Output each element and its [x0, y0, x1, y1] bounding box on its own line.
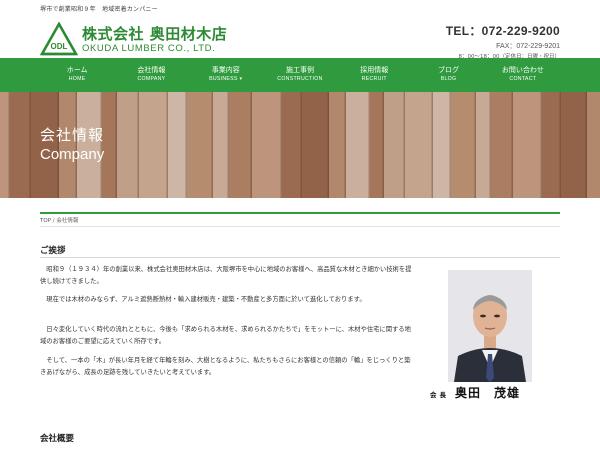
greeting-paragraph: 昭和９（１９３４）年の創業以来、株式会社奥田材木店は、大阪堺市を中心に地域のお客… [40, 266, 412, 285]
hero-title-en: Company [40, 146, 105, 163]
breadcrumb-current: 会社情報 [56, 218, 79, 224]
company-name-jp: 株式会社 奥田材木店 [82, 25, 228, 43]
nav-label-jp: 事業内容 [211, 66, 240, 74]
lumber-background-image [0, 92, 600, 198]
fax-number: FAX：072-229-9201 [496, 43, 560, 50]
nav-label-en: COMPANY [137, 76, 166, 82]
nav-label-en: CONTACT [509, 76, 537, 82]
nav-item-contact[interactable]: お問い合わせ CONTACT [486, 58, 560, 92]
nav-label-jp: ブログ [438, 66, 460, 74]
overview-heading: 会社概要 [40, 434, 75, 444]
phone-number[interactable]: TEL：072-229-9200 [446, 22, 560, 39]
logo-mark-letters: ODL [51, 42, 68, 51]
nav-label-en: BUSINESS ▾ [209, 76, 243, 82]
company-name-en: OKUDA LUMBER CO., LTD. [82, 43, 216, 54]
nav-item-recruit[interactable]: 採用情報 RECRUIT [337, 58, 411, 92]
nav-label-jp: 施工事例 [285, 66, 314, 74]
breadcrumb-separator: / [52, 218, 55, 224]
nav-label-en: HOME [68, 76, 86, 82]
top-bar: 堺市で創業昭和９年 地域密着カンパニー [0, 0, 600, 18]
signature-name: 奥田 茂雄 [455, 386, 521, 400]
breadcrumb-home-link[interactable]: TOP [40, 218, 51, 224]
nav-label-jp: 採用情報 [360, 66, 389, 74]
breadcrumb-bottom-rule [40, 226, 560, 227]
site-logo[interactable]: ODL 株式会社 奥田材木店 OKUDA LUMBER CO., LTD. [40, 22, 230, 56]
chairman-photo [448, 270, 532, 382]
chairman-portrait-image [448, 270, 532, 382]
nav-label-jp: お問い合わせ [501, 66, 544, 74]
hero-banner [0, 92, 600, 198]
nav-label-en: BLOG [440, 76, 457, 82]
nav-item-construction[interactable]: 施工事例 CONSTRUCTION [263, 58, 337, 92]
nav-item-home[interactable]: ホーム HOME [40, 58, 114, 92]
greeting-paragraph: 日々変化していく時代の流れとともに、今後も「求められる木材を、求められるかたちで… [40, 326, 411, 345]
contact-info: TEL：072-229-9200 FAX：072-229-9201 8：00～1… [446, 22, 560, 60]
greeting-paragraph: 現在では木材のみならず、アルミ遮熱断熱材・輸入建材販売・建築・不動産と多方面に於… [40, 296, 366, 303]
greeting-divider [40, 257, 560, 258]
tagline: 堺市で創業昭和９年 地域密着カンパニー [40, 6, 158, 13]
signature-role: 会長 [430, 390, 449, 399]
site-header: ODL 株式会社 奥田材木店 OKUDA LUMBER CO., LTD. TE… [0, 18, 600, 60]
main-nav: ホーム HOME 会社情報 COMPANY 事業内容 BUSINESS ▾ 施工… [0, 58, 600, 92]
nav-label-en: RECRUIT [361, 76, 387, 82]
nav-label-en: CONSTRUCTION [277, 76, 323, 82]
breadcrumb: TOP / 会社情報 [40, 216, 78, 224]
hero-title-jp: 会社情報 [40, 126, 105, 144]
chairman-signature: 会長 奥田 茂雄 [430, 384, 520, 401]
greeting-paragraph: そして、一本の「木」が長い年月を経て年輪を刻み、大樹となるように、私たちもさらに… [40, 357, 411, 376]
logo-triangle-icon: ODL [40, 22, 78, 56]
nav-label-jp: 会社情報 [137, 66, 166, 74]
nav-item-business[interactable]: 事業内容 BUSINESS ▾ [189, 58, 263, 92]
nav-label-jp: ホーム [66, 66, 88, 74]
greeting-heading: ご挨拶 [40, 246, 66, 256]
nav-item-company[interactable]: 会社情報 COMPANY [114, 58, 188, 92]
breadcrumb-divider [40, 212, 560, 214]
nav-item-blog[interactable]: ブログ BLOG [411, 58, 485, 92]
